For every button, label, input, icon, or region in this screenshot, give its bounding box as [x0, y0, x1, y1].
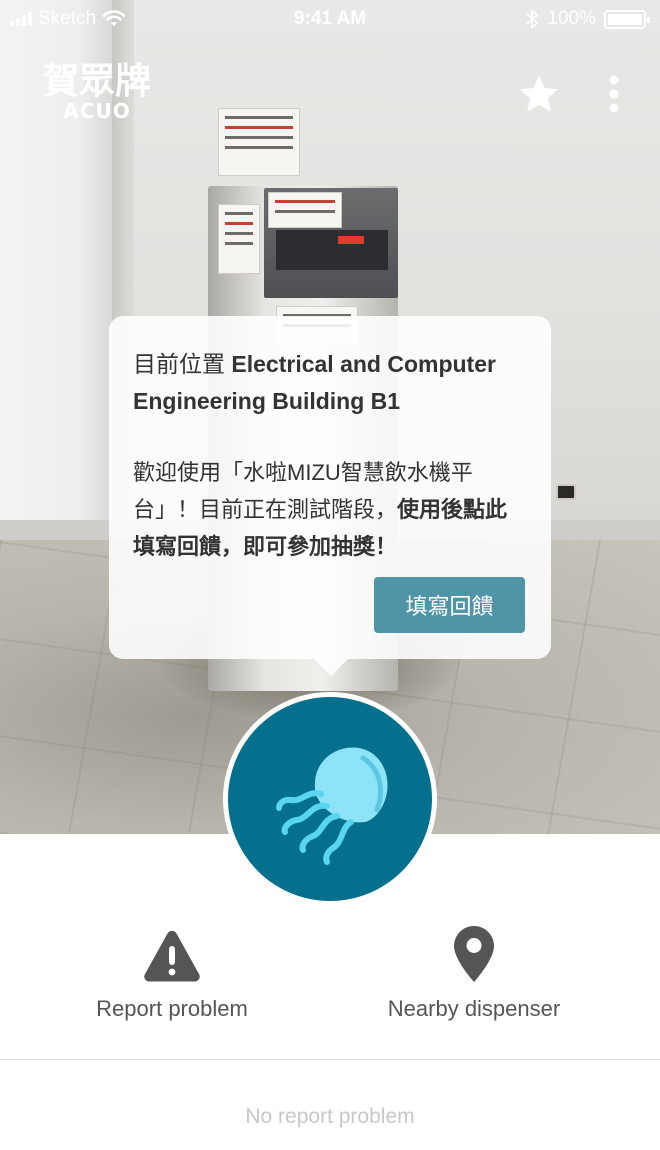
photo-dispenser-led [338, 236, 364, 244]
favorite-button[interactable] [515, 70, 563, 118]
location-info-bubble: 目前位置 Electrical and Computer Engineering… [109, 316, 551, 659]
current-location: 目前位置 Electrical and Computer Engineering… [133, 346, 527, 420]
section-divider [0, 1059, 660, 1060]
jellyfish-icon [276, 747, 388, 865]
bluetooth-icon [526, 9, 539, 29]
brand-logo-chinese: 賀眾牌 [42, 61, 151, 102]
photo-notice-sign [268, 192, 342, 228]
battery-icon [604, 9, 650, 29]
star-icon [520, 75, 558, 112]
bubble-pointer [313, 658, 349, 676]
photo-notice-sign [218, 204, 260, 274]
warning-icon [144, 930, 200, 982]
photo-wall-outlet [556, 484, 576, 500]
status-bar: Sketch 9:41 AM 100% [0, 0, 660, 38]
photo-dispenser-panel [276, 230, 388, 270]
mizu-logo-button[interactable] [223, 692, 437, 906]
brand-logo-english: ACUO [63, 99, 131, 123]
more-options-button[interactable] [590, 70, 638, 118]
feedback-button[interactable]: 填寫回饋 [374, 577, 525, 633]
nearby-dispenser-label: Nearby dispenser [387, 996, 561, 1021]
nearby-dispenser-button[interactable]: Nearby dispenser [344, 924, 604, 1034]
nearby-icon-wrap [344, 924, 604, 982]
photo-notice-sign [218, 108, 300, 176]
location-prefix: 目前位置 [133, 351, 225, 377]
no-report-message: No report problem [245, 1105, 415, 1128]
mizu-logo-circle [228, 697, 432, 901]
report-problem-label: Report problem [96, 996, 248, 1021]
status-bar-right: 100% [525, 8, 650, 30]
brand-logo: 賀眾牌 ACUO [32, 61, 162, 123]
report-icon-wrap [42, 924, 302, 982]
battery-percent: 100% [547, 8, 596, 29]
welcome-message: 歡迎使用「水啦MIZU智慧飲水機平台」！目前正在測試階段，使用後點此填寫回饋，即… [133, 454, 527, 565]
report-problem-button[interactable]: Report problem [42, 924, 302, 1034]
map-pin-icon [454, 926, 494, 982]
more-vertical-icon [609, 75, 619, 113]
